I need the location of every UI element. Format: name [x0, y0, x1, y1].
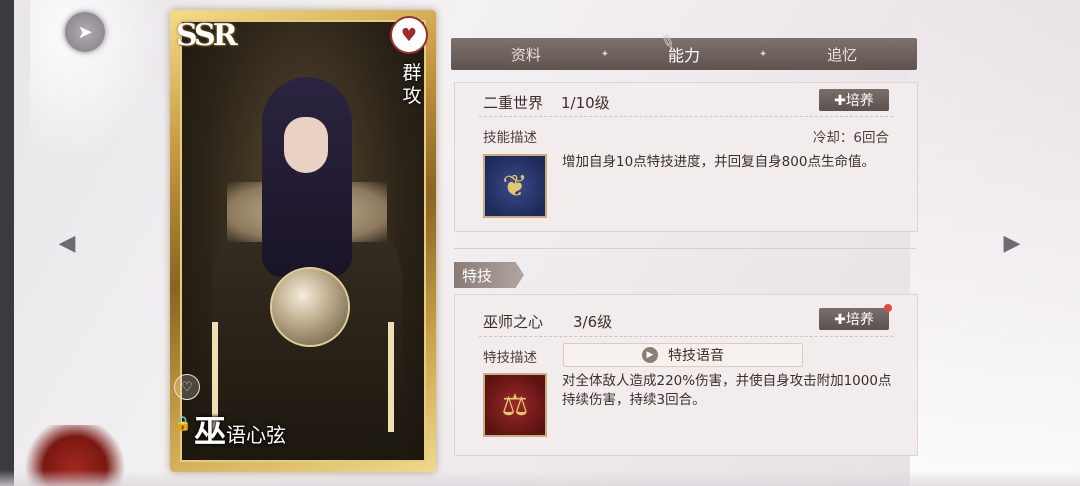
- right-arrow-icon: ▶: [1003, 230, 1021, 256]
- character-name-initial: 巫: [194, 412, 227, 450]
- lock-icon[interactable]: 🔒: [174, 416, 191, 432]
- notification-dot: [884, 304, 892, 312]
- scales-glyph: ⚖: [501, 387, 529, 423]
- leaf-moon-icon: ❦: [483, 154, 547, 218]
- next-card-button[interactable]: ▶: [999, 230, 1025, 256]
- back-button[interactable]: ➤: [63, 10, 107, 54]
- bottom-fade: [0, 470, 1080, 486]
- special-description: 对全体敌人造成220%伤害，并使自身攻击附加1000点持续伤害，持续3回合。: [562, 373, 892, 408]
- candle-right: [388, 322, 394, 432]
- special-voice-button[interactable]: ▶ 特技语音: [563, 343, 803, 367]
- background-feathers: [910, 0, 1080, 486]
- character-name-rest: 语心弦: [226, 423, 287, 447]
- skill-description: 增加自身10点特技进度，并回复自身800点生命值。: [562, 154, 875, 170]
- prev-card-button[interactable]: ◀: [54, 230, 80, 256]
- skill-cooldown: 冷却：6回合: [812, 130, 889, 146]
- back-arrow-icon: ➤: [77, 21, 93, 43]
- tab-bar: 资料 ✦ 能力 ✦ 追忆: [451, 38, 917, 70]
- crystal-ball: [270, 267, 350, 347]
- divider: [479, 336, 893, 337]
- special-name: 巫师之心: [483, 313, 544, 331]
- special-panel: 巫师之心 3/6级 ✚培养 特技描述 ▶ 特技语音 ⚖ 对全体敌人造成220%伤…: [454, 294, 918, 456]
- background-rose: [20, 425, 130, 486]
- tab-separator-icon: ✦: [758, 48, 768, 60]
- left-arrow-icon: ◀: [58, 230, 76, 256]
- special-desc-label: 特技描述: [483, 350, 537, 366]
- character-card[interactable]: SSR ♥ 群攻 ♡ 🔒 巫语心弦: [170, 10, 436, 472]
- rarity-badge: SSR: [176, 18, 238, 53]
- special-cultivate-button[interactable]: ✚培养: [819, 308, 889, 330]
- special-level: 3/6级: [573, 313, 613, 331]
- favorite-heart-icon[interactable]: ♡: [174, 374, 200, 400]
- section-divider: [454, 248, 916, 249]
- skill-panel: 二重世界 1/10级 ✚培养 技能描述 冷却：6回合 ❦ 增加自身10点特技进度…: [454, 82, 918, 232]
- play-icon: ▶: [642, 347, 658, 363]
- tab-ability[interactable]: 能力: [609, 42, 759, 66]
- special-voice-label: 特技语音: [668, 348, 724, 364]
- left-edge-shade: [0, 0, 14, 486]
- attack-type-label: 群攻: [402, 62, 422, 107]
- skill-name: 二重世界: [483, 94, 544, 112]
- tab-profile[interactable]: 资料: [451, 44, 601, 65]
- heartbeat-icon[interactable]: ♥: [390, 16, 428, 54]
- skill-level: 1/10级: [561, 94, 610, 112]
- skill-desc-label: 技能描述: [483, 130, 537, 146]
- tab-memory[interactable]: 追忆: [767, 44, 917, 65]
- character-name: 巫语心弦: [194, 406, 286, 452]
- special-section-tag: 特技: [454, 262, 524, 288]
- scales-icon: ⚖: [483, 373, 547, 437]
- tab-separator-icon: ✦: [600, 48, 610, 60]
- skill-cultivate-button[interactable]: ✚培养: [819, 89, 889, 111]
- card-artwork: [180, 20, 426, 462]
- leaf-moon-glyph: ❦: [502, 168, 528, 204]
- character-hair: [262, 77, 352, 277]
- divider: [479, 116, 893, 117]
- character-face: [284, 117, 328, 173]
